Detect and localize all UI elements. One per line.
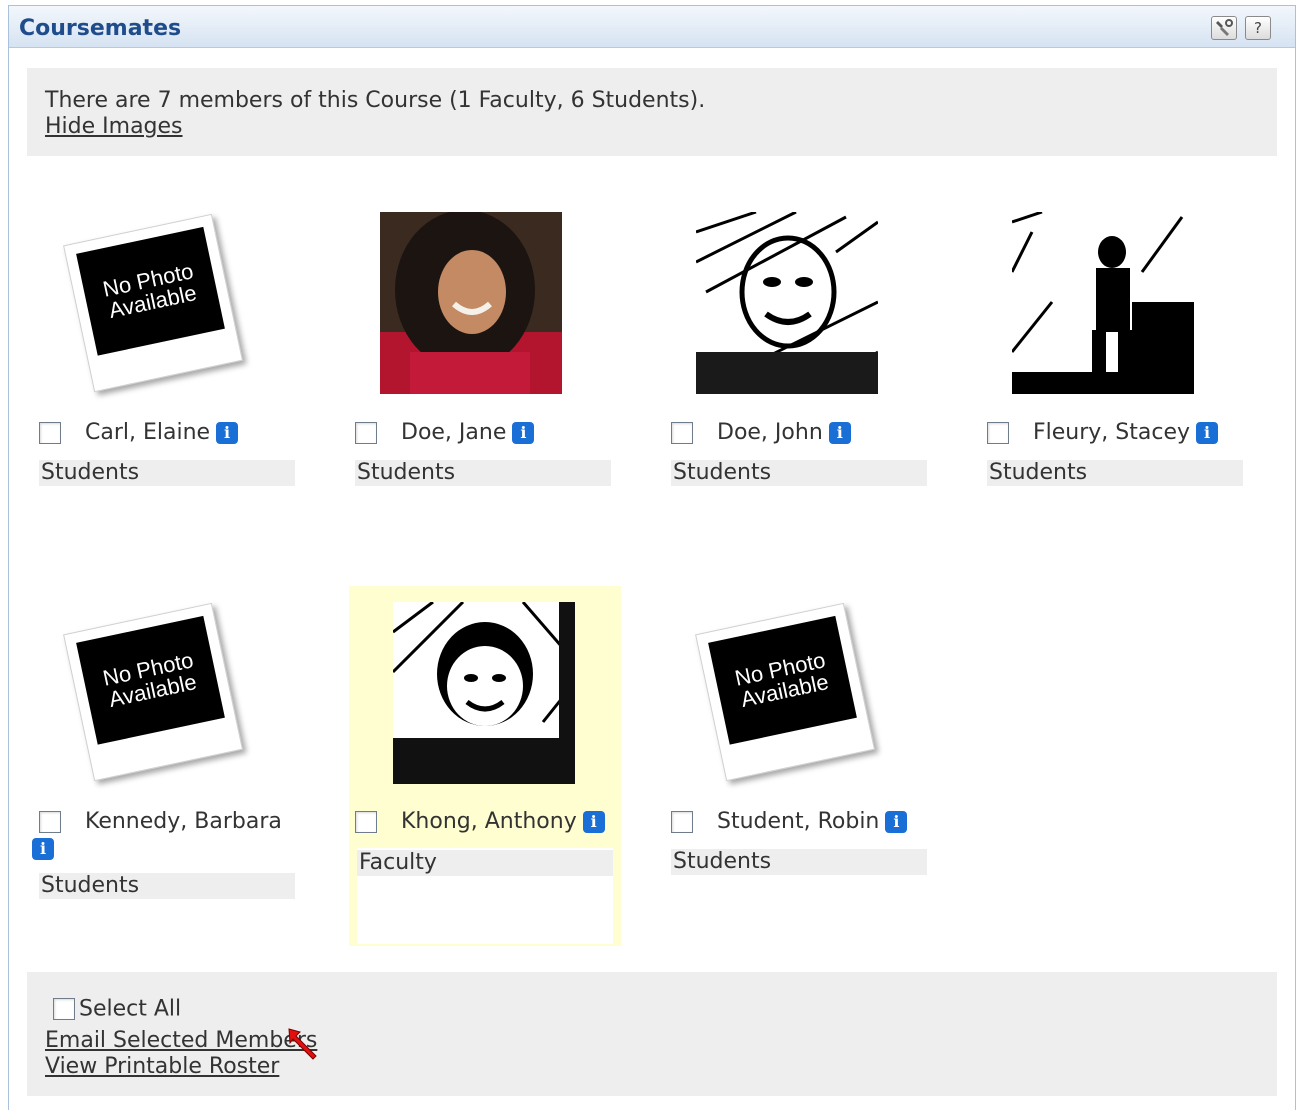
member-checkbox[interactable]	[355, 421, 377, 444]
member-role: Students	[39, 873, 295, 899]
member-role: Students	[987, 460, 1243, 486]
member-checkbox[interactable]	[987, 421, 1009, 444]
member-photo	[696, 212, 878, 394]
member-card-carl-elaine: No Photo Available Carl, Elaine i Students	[19, 182, 295, 542]
info-icon[interactable]: i	[582, 810, 605, 833]
member-name: Doe, John	[717, 420, 823, 445]
member-checkbox[interactable]	[39, 810, 61, 833]
member-card-khong-anthony: Khong, Anthony i Faculty	[349, 586, 621, 946]
select-all-checkbox[interactable]	[53, 998, 75, 1020]
no-photo-placeholder: No Photo Available	[59, 601, 249, 782]
member-checkbox[interactable]	[671, 810, 693, 833]
portlet-header: Coursemates ?	[9, 6, 1295, 48]
info-icon[interactable]: i	[885, 810, 908, 833]
member-checkbox[interactable]	[671, 421, 693, 444]
member-checkbox[interactable]	[39, 421, 61, 444]
member-role: Faculty	[357, 850, 613, 876]
mouse-cursor-icon	[288, 1028, 317, 1060]
member-photo	[393, 602, 575, 784]
no-photo-placeholder: No Photo Available	[691, 601, 881, 782]
coursemates-portlet: Coursemates ? There are 7 members of thi…	[8, 5, 1296, 1110]
member-name: Doe, Jane	[401, 420, 507, 445]
member-card-kennedy-barbara: No Photo Available Kennedy, Barbara i Stu…	[19, 571, 295, 931]
portlet-title: Coursemates	[19, 16, 182, 41]
member-count-text: There are 7 members of this Course (1 Fa…	[45, 88, 706, 113]
member-card-doe-jane: Doe, Jane i Students	[335, 182, 611, 542]
member-card-doe-john: Doe, John i Students	[651, 182, 927, 542]
member-role: Students	[671, 849, 927, 875]
tools-icon[interactable]	[1211, 16, 1237, 40]
footer-actions: Select All Email Selected Members View P…	[27, 972, 1277, 1096]
summary-box: There are 7 members of this Course (1 Fa…	[27, 68, 1277, 156]
view-printable-roster-link[interactable]: View Printable Roster	[45, 1054, 279, 1079]
help-button[interactable]: ?	[1245, 16, 1271, 40]
email-selected-members-link[interactable]: Email Selected Members	[45, 1028, 317, 1053]
member-name: Kennedy, Barbara	[85, 809, 282, 834]
member-role: Students	[355, 460, 611, 486]
info-icon[interactable]: i	[512, 421, 535, 444]
member-role: Students	[39, 460, 295, 486]
info-icon[interactable]: i	[828, 421, 851, 444]
member-name: Khong, Anthony	[401, 809, 577, 834]
member-name: Fleury, Stacey	[1033, 420, 1191, 445]
no-photo-placeholder: No Photo Available	[59, 212, 249, 393]
info-icon[interactable]: i	[32, 838, 54, 860]
select-all[interactable]: Select All	[53, 996, 181, 1022]
member-name: Student, Robin	[717, 809, 880, 834]
info-icon[interactable]: i	[1196, 421, 1219, 444]
member-checkbox[interactable]	[355, 810, 377, 833]
info-icon[interactable]: i	[216, 421, 239, 444]
member-card-student-robin: No Photo Available Student, Robin i Studen…	[651, 571, 927, 931]
member-photo	[1012, 212, 1194, 394]
hide-images-link[interactable]: Hide Images	[45, 114, 183, 139]
member-role: Students	[671, 460, 927, 486]
member-card-fleury-stacey: Fleury, Stacey i Students	[967, 182, 1243, 542]
member-photo	[380, 212, 562, 394]
select-all-label: Select All	[79, 996, 182, 1022]
member-name: Carl, Elaine	[85, 420, 211, 445]
